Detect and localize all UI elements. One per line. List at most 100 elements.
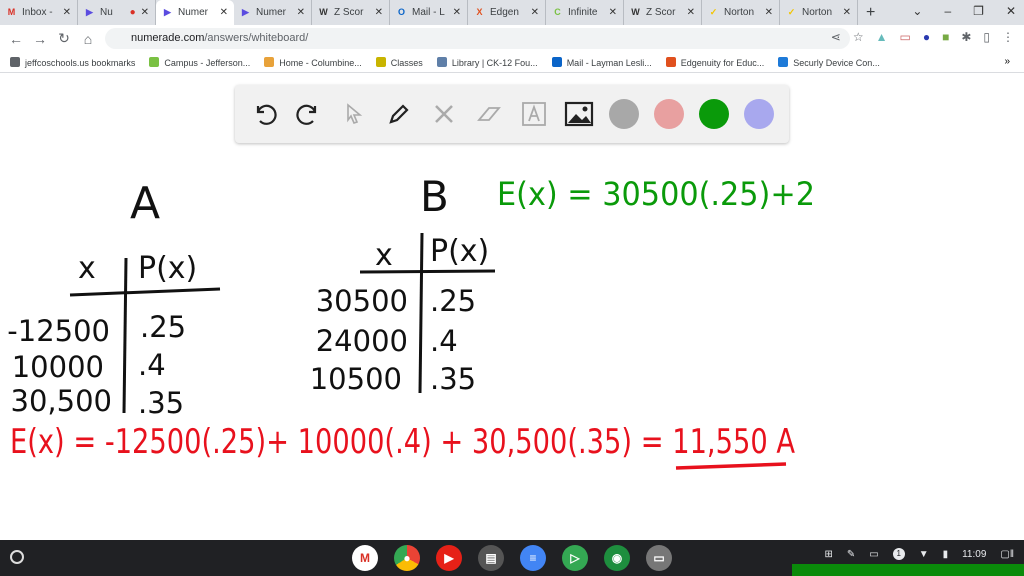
- more-bookmarks-icon[interactable]: »: [1004, 56, 1010, 67]
- overview-icon[interactable]: ▢‖: [1000, 549, 1014, 560]
- tab-title: Numer: [178, 7, 209, 18]
- close-tab-icon[interactable]: ✕: [63, 7, 71, 18]
- tab[interactable]: ▶ Nu ● ✕: [78, 0, 156, 25]
- close-tab-icon[interactable]: ✕: [687, 7, 695, 18]
- play-store-app-icon[interactable]: ▷: [562, 545, 588, 571]
- table-b-x-1: 30500: [316, 284, 408, 318]
- reload-icon[interactable]: ↻: [52, 30, 76, 47]
- bookmark[interactable]: Edgenuity for Educ...: [665, 56, 764, 68]
- wifi-icon: ▼: [918, 548, 929, 560]
- close-tab-icon[interactable]: ✕: [531, 7, 539, 18]
- screen-capture-icon[interactable]: ⊞: [824, 549, 832, 560]
- recording-icon: ●: [129, 7, 136, 18]
- tab[interactable]: ✓ Norton ✕: [780, 0, 858, 25]
- side-panel-icon[interactable]: ▯: [983, 30, 990, 44]
- extensions: ⋖ ☆ ▲ ▭ ● ■ ✱ ▯ ⋮: [831, 30, 1014, 44]
- table-b-p-3: .35: [430, 362, 476, 396]
- tab[interactable]: O Mail - L ✕: [390, 0, 468, 25]
- tab-title: Inbox -: [22, 7, 53, 18]
- close-tab-icon[interactable]: ✕: [453, 7, 461, 18]
- bookmark-icon: [375, 56, 386, 67]
- bookmark[interactable]: Home - Columbine...: [264, 56, 362, 68]
- close-tab-icon[interactable]: ✕: [220, 7, 228, 18]
- youtube-app-icon[interactable]: ▶: [436, 545, 462, 571]
- bookmark-icon: [10, 56, 20, 67]
- share-icon[interactable]: ⋖: [831, 30, 841, 44]
- bookmark[interactable]: Campus - Jefferson...: [149, 56, 250, 68]
- screen-app-icon[interactable]: ▭: [646, 545, 672, 571]
- bookmark[interactable]: Library | CK-12 Fou...: [436, 56, 538, 68]
- status-tray[interactable]: ⊞ ✎ ▭ 1 ▼ ▮ 11:09 ▢‖: [824, 548, 1014, 560]
- docs-app-icon[interactable]: ≡: [520, 545, 546, 571]
- tab[interactable]: ▶ Numer ✕: [156, 0, 234, 25]
- back-icon[interactable]: ←: [4, 31, 28, 47]
- table-a-x-1: -12500: [7, 314, 110, 348]
- chrome-app-icon[interactable]: ●: [394, 545, 420, 571]
- forward-icon[interactable]: →: [28, 31, 52, 47]
- window-controls: ⌄ – ❐ ✕: [912, 4, 1016, 18]
- bookmark-icon: [778, 56, 789, 67]
- bookmark-icon: [551, 56, 562, 67]
- tab[interactable]: W Z Scor ✕: [312, 0, 390, 25]
- home-icon[interactable]: ⌂: [76, 31, 100, 47]
- gmail-app-icon[interactable]: M: [352, 545, 378, 571]
- new-tab-button[interactable]: +: [866, 4, 875, 22]
- stylus-icon[interactable]: ✎: [847, 549, 855, 560]
- close-tab-icon[interactable]: ✕: [297, 7, 305, 18]
- tab[interactable]: C Infinite ✕: [546, 0, 624, 25]
- menu-icon[interactable]: ⋮: [1002, 30, 1014, 44]
- tab-title: Norton: [724, 7, 755, 18]
- minimize-icon[interactable]: –: [944, 4, 951, 18]
- table-b-x-3: 10500: [310, 362, 402, 396]
- close-tab-icon[interactable]: ✕: [765, 7, 773, 18]
- extension-icon[interactable]: ■: [942, 30, 949, 44]
- table-a-p-1: .25: [140, 310, 186, 344]
- notification-badge[interactable]: 1: [892, 548, 905, 560]
- tab-title: Infinite: [568, 7, 598, 18]
- tab-title: Edgen: [490, 7, 519, 18]
- tab[interactable]: W Z Scor ✕: [624, 0, 702, 25]
- table-b-p-header: P(x): [430, 234, 489, 269]
- close-tab-icon[interactable]: ✕: [375, 7, 383, 18]
- close-window-icon[interactable]: ✕: [1006, 4, 1016, 18]
- pinned-apps: M ● ▶ ▤ ≡ ▷ ◉ ▭: [352, 545, 672, 571]
- tab-title: Numer: [256, 7, 287, 18]
- address-bar[interactable]: numerade.com/answers/whiteboard/: [105, 28, 850, 49]
- bookmark[interactable]: Securly Device Con...: [778, 56, 880, 68]
- table-b-p-1: .25: [430, 284, 476, 318]
- tab[interactable]: M Inbox - ✕: [0, 0, 78, 25]
- outlook-icon: O: [397, 7, 405, 17]
- label-b: B: [420, 172, 449, 221]
- extension-k-icon[interactable]: ●: [923, 30, 930, 44]
- puzzle-icon[interactable]: ✱: [961, 30, 971, 44]
- norton-icon: ✓: [787, 7, 796, 17]
- tab-title: Z Scor: [646, 7, 676, 18]
- close-tab-icon[interactable]: ✕: [609, 7, 617, 18]
- answer-underline: [675, 462, 787, 470]
- edgenuity-icon: X: [476, 7, 483, 17]
- star-icon[interactable]: ☆: [853, 30, 864, 44]
- tab-search-icon[interactable]: ⌄: [912, 4, 922, 18]
- handwriting-canvas: A B x P(x) -12500 .25 10000 .4 30,500 .3…: [7, 172, 815, 470]
- label-a: A: [130, 178, 160, 229]
- close-tab-icon[interactable]: ✕: [843, 7, 851, 18]
- launcher-icon[interactable]: [10, 550, 24, 564]
- bookmark[interactable]: jeffcoschools.us bookmarks: [10, 56, 135, 68]
- extension-icon[interactable]: ▲: [876, 30, 888, 44]
- tab-title: Z Scor: [334, 7, 364, 18]
- whiteboard[interactable]: A B x P(x) -12500 .25 10000 .4 30,500 .3…: [0, 73, 1024, 540]
- close-tab-icon[interactable]: ✕: [141, 7, 149, 18]
- tab[interactable]: X Edgen ✕: [468, 0, 546, 25]
- classroom-app-icon[interactable]: ◉: [604, 545, 630, 571]
- battery-icon: ▮: [942, 548, 949, 560]
- bookmark[interactable]: Mail - Layman Lesli...: [551, 56, 652, 68]
- table-b-p-2: .4: [430, 324, 458, 358]
- tab[interactable]: ✓ Norton ✕: [702, 0, 780, 25]
- gmail-icon: M: [7, 7, 16, 17]
- extension-icon[interactable]: ▭: [899, 30, 910, 44]
- restore-icon[interactable]: ❐: [973, 4, 984, 18]
- files-app-icon[interactable]: ▤: [478, 545, 504, 571]
- tab[interactable]: ▶ Numer ✕: [234, 0, 312, 25]
- bookmark-icon: [436, 56, 447, 67]
- bookmark[interactable]: Classes: [375, 56, 423, 68]
